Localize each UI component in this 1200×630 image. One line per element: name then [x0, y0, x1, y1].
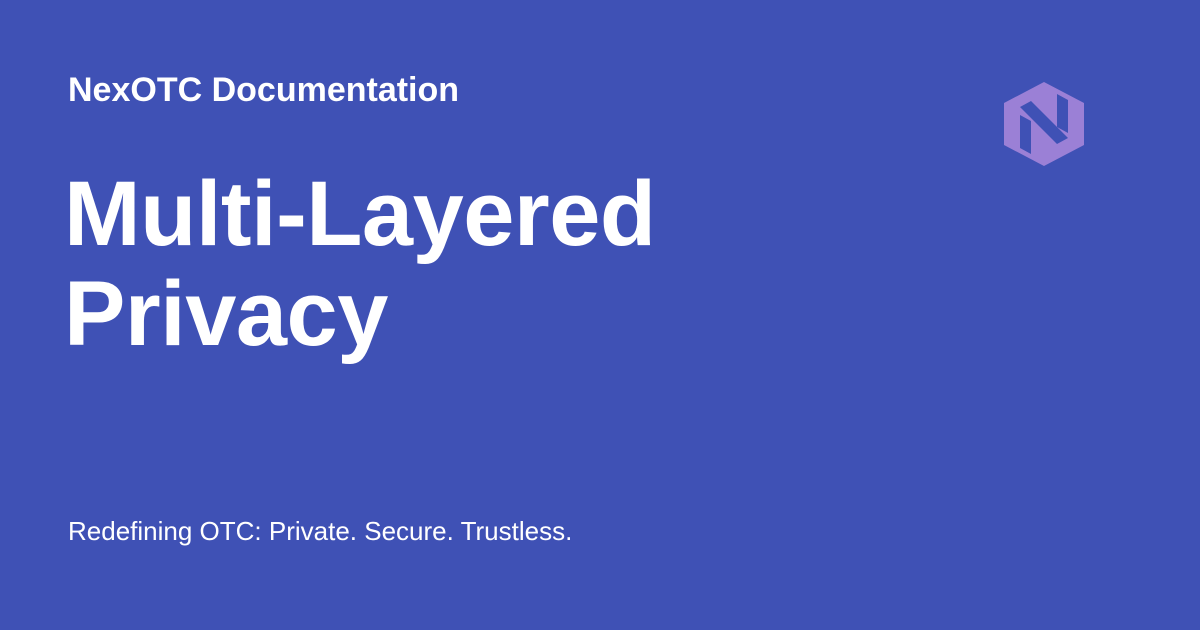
page-title-line-2: Privacy: [64, 263, 388, 365]
social-card: NexOTC Documentation Multi-Layered Priva…: [0, 0, 1200, 630]
site-name: NexOTC Documentation: [68, 71, 460, 109]
tagline: Redefining OTC: Private. Secure. Trustle…: [68, 516, 573, 546]
nexotc-logo-icon: [1001, 80, 1087, 168]
page-title-line-1: Multi-Layered: [64, 163, 656, 265]
page-title: Multi-Layered Privacy: [64, 164, 864, 364]
